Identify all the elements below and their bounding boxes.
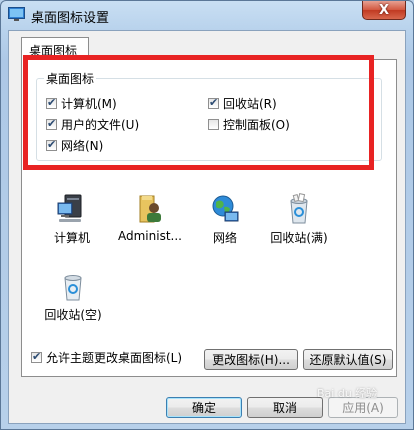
- dialog-window: 桌面图标设置 X 桌面图标 桌面图标 计算机(M) 回收站(R) 用户的文件(U…: [0, 0, 414, 430]
- allow-themes-checkbox[interactable]: 允许主题更改桌面图标(L): [31, 349, 182, 366]
- recycle-bin-full-icon: [290, 193, 308, 224]
- icon-label: 回收站(满): [270, 231, 328, 245]
- icon-label: 网络: [212, 231, 237, 245]
- computer-icon: [57, 194, 82, 222]
- icon-label: 计算机: [53, 231, 90, 245]
- cancel-button[interactable]: 取消: [247, 397, 323, 418]
- network-icon: [212, 195, 239, 222]
- close-icon: X: [378, 2, 390, 18]
- user-folder-icon: [139, 195, 161, 223]
- icon-item-network[interactable]: 网络: [202, 193, 248, 246]
- ok-button[interactable]: 确定: [166, 397, 242, 418]
- window-title: 桌面图标设置: [31, 11, 110, 26]
- allow-themes-label: 允许主题更改桌面图标(L): [46, 351, 183, 365]
- title-bar[interactable]: 桌面图标设置 X: [1, 1, 413, 29]
- icon-item-recycle-bin-empty[interactable]: 回收站(空): [36, 270, 110, 323]
- watermark-text: Bai du 经验: [317, 387, 378, 400]
- recycle-bin-empty-icon: [64, 275, 82, 301]
- red-highlight-box: [23, 55, 374, 170]
- icon-label: Administ...: [118, 229, 182, 243]
- restore-default-button[interactable]: 还原默认值(S): [303, 349, 393, 370]
- close-button[interactable]: X: [362, 1, 406, 20]
- change-icon-button[interactable]: 更改图标(H)...: [204, 349, 298, 370]
- icon-label: 回收站(空): [44, 308, 102, 322]
- icon-item-user-folder[interactable]: Administ...: [110, 193, 190, 243]
- check-icon[interactable]: [31, 350, 42, 363]
- icon-item-recycle-bin-full[interactable]: 回收站(满): [262, 193, 336, 246]
- icon-item-computer[interactable]: 计算机: [44, 193, 100, 246]
- desktop-settings-icon: [8, 7, 25, 21]
